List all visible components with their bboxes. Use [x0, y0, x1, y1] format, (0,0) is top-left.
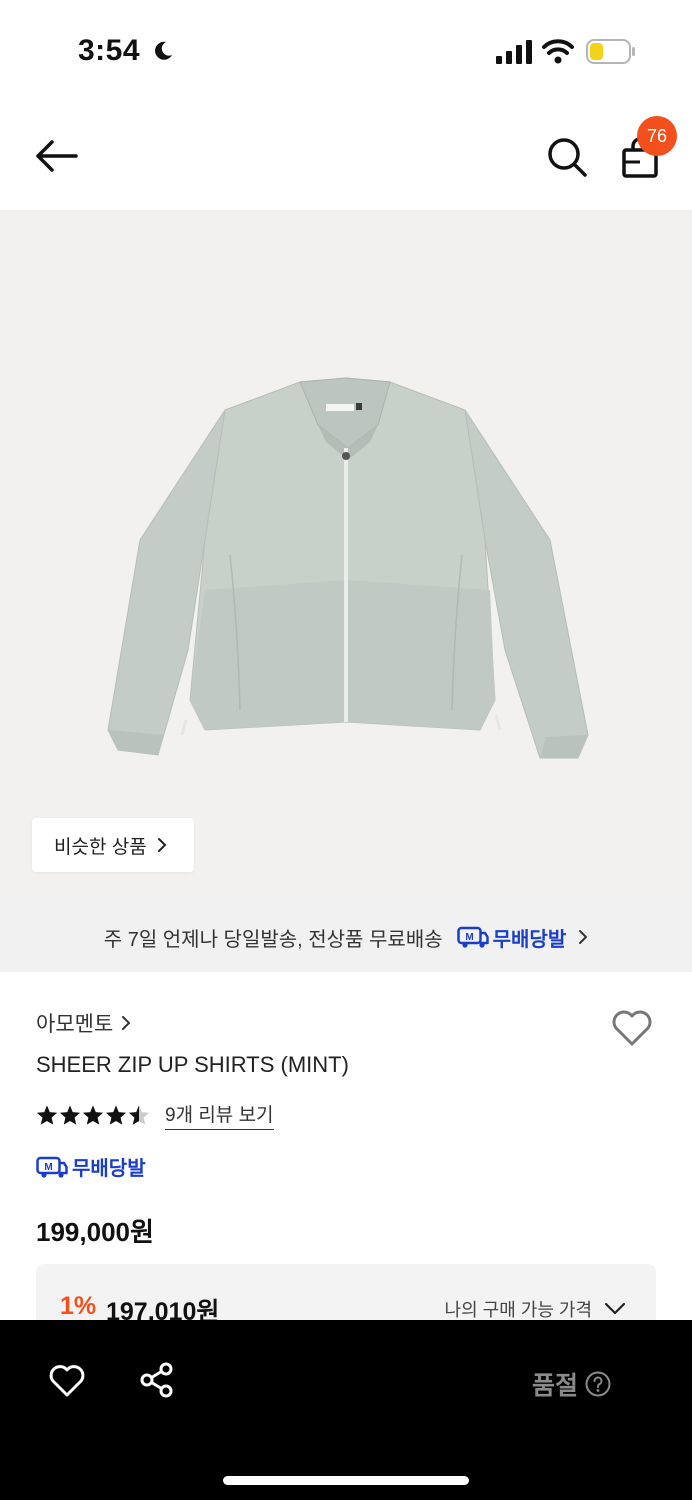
- free-shipping-badge-label: 무배당발: [72, 1158, 146, 1180]
- arrow-left-icon[interactable]: [32, 136, 80, 176]
- similar-products-label: 비슷한 상품: [54, 836, 147, 858]
- delivery-truck-icon: M: [456, 926, 489, 948]
- bottom-action-bar: 품절: [0, 1320, 692, 1500]
- battery-icon: [586, 39, 635, 64]
- similar-products-button[interactable]: 비슷한 상품: [32, 818, 194, 872]
- free-shipping-badge: M 무배당발: [36, 1152, 146, 1181]
- brand-name: 아모멘토: [36, 1013, 114, 1036]
- wifi-icon: [542, 39, 574, 64]
- svg-text:M: M: [465, 932, 473, 943]
- delivery-truck-icon: M: [36, 1156, 68, 1178]
- half-star-icon: [128, 1105, 150, 1125]
- soldout-label: 품절: [532, 1372, 579, 1400]
- product-name: SHEER ZIP UP SHIRTS (MINT): [36, 1052, 349, 1077]
- my-price-label: 나의 구매 가능 가격: [444, 1300, 592, 1320]
- home-indicator[interactable]: [223, 1476, 469, 1485]
- star-icon: [59, 1105, 81, 1125]
- status-bar: 3:54: [0, 0, 692, 100]
- jacket-illustration: [107, 377, 589, 759]
- nav-header: [0, 100, 692, 210]
- review-link[interactable]: 9개 리뷰 보기: [165, 1100, 274, 1130]
- product-image[interactable]: [0, 210, 692, 902]
- my-price-toggle[interactable]: 나의 구매 가능 가격: [445, 1296, 626, 1322]
- search-icon[interactable]: [546, 136, 588, 178]
- heart-icon[interactable]: [610, 1008, 654, 1048]
- question-circle-icon[interactable]: [584, 1370, 612, 1398]
- free-shipping-logo: M 무배당발: [456, 923, 567, 952]
- status-time: 3:54: [78, 34, 141, 67]
- chevron-right-icon: [579, 930, 588, 944]
- shipping-banner-text: 주 7일 언제나 당일발송, 전상품 무료배송: [103, 928, 443, 951]
- chevron-down-icon: [604, 1302, 626, 1315]
- star-rating: [36, 1104, 151, 1126]
- product-price: 199,000원: [36, 1217, 154, 1247]
- share-icon[interactable]: [140, 1362, 174, 1398]
- brand-link[interactable]: 아모멘토: [36, 1008, 131, 1038]
- star-icon: [105, 1105, 127, 1125]
- rating-row: 9개 리뷰 보기: [36, 1100, 274, 1130]
- soldout-status: 품절: [532, 1366, 612, 1402]
- signal-icon: [496, 40, 532, 64]
- svg-text:M: M: [44, 1162, 52, 1173]
- shipping-banner[interactable]: 주 7일 언제나 당일발송, 전상품 무료배송 M 무배당발: [0, 902, 692, 972]
- moon-icon: [155, 41, 172, 60]
- star-icon: [36, 1105, 58, 1125]
- heart-icon[interactable]: [48, 1364, 86, 1398]
- free-shipping-logo-label: 무배당발: [492, 928, 567, 951]
- star-icon: [82, 1105, 104, 1125]
- cart-count-badge: 76: [637, 116, 677, 156]
- chevron-right-icon: [157, 838, 166, 852]
- discount-percent: 1%: [60, 1292, 97, 1320]
- chevron-right-icon: [122, 1016, 131, 1030]
